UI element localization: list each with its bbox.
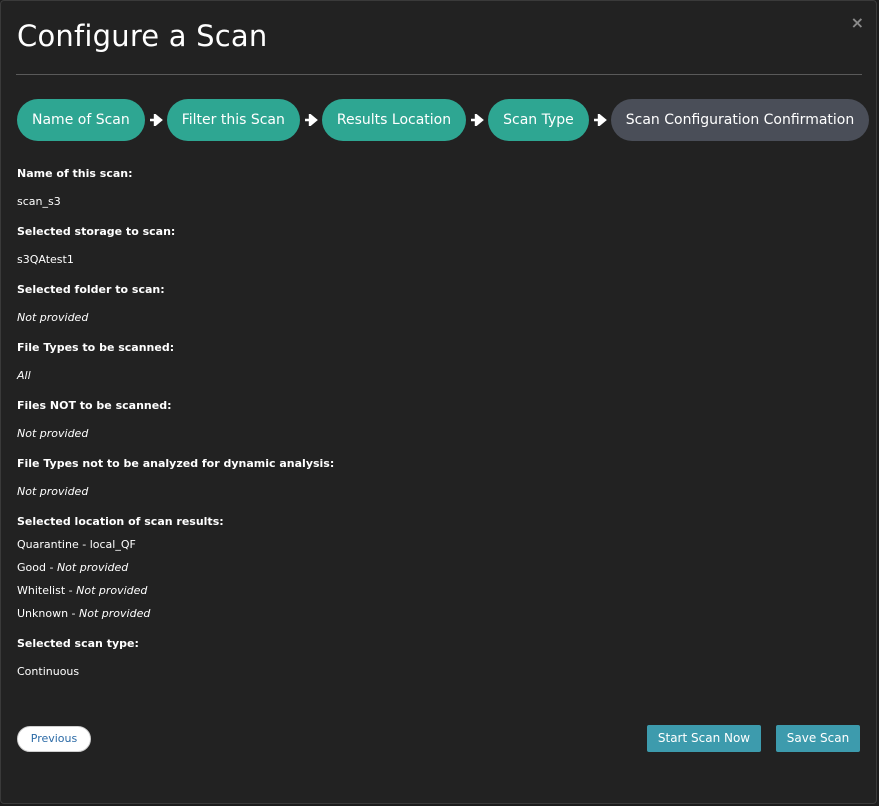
result-good-value: Not provided: [56, 561, 129, 574]
result-whitelist: Whitelist - Not provided: [17, 583, 860, 599]
result-unknown-value: Not provided: [79, 607, 151, 620]
file-types-value: All: [17, 369, 31, 382]
result-unknown-name: Unknown -: [17, 607, 80, 620]
result-quarantine-value: local_QF: [89, 538, 136, 551]
result-good: Good - Not provided: [17, 560, 860, 576]
folder-value: Not provided: [17, 311, 89, 324]
excluded-files-value: Not provided: [17, 427, 89, 440]
result-good-name: Good -: [17, 561, 57, 574]
step-name-of-scan[interactable]: Name of Scan: [17, 99, 145, 141]
scan-summary: Name of this scan: scan_s3 Selected stor…: [17, 166, 860, 694]
save-scan-button[interactable]: Save Scan: [776, 725, 860, 752]
result-quarantine: Quarantine - local_QF: [17, 537, 860, 553]
configure-scan-dialog: Configure a Scan × Name of Scan Filter t…: [0, 0, 877, 804]
results-location-label: Selected location of scan results:: [17, 515, 224, 528]
result-whitelist-name: Whitelist -: [17, 584, 77, 597]
folder-label: Selected folder to scan:: [17, 283, 165, 296]
step-results-location[interactable]: Results Location: [321, 99, 467, 141]
dynamic-analysis-value: Not provided: [17, 485, 89, 498]
result-unknown: Unknown - Not provided: [17, 606, 860, 622]
storage-value: s3QAtest1: [17, 253, 74, 266]
excluded-files-label: Files NOT to be scanned:: [17, 399, 172, 412]
file-types-label: File Types to be scanned:: [17, 341, 175, 354]
dialog-title: Configure a Scan: [17, 19, 268, 53]
step-scan-type[interactable]: Scan Type: [488, 99, 589, 141]
scan-name-label: Name of this scan:: [17, 167, 133, 180]
start-scan-now-button[interactable]: Start Scan Now: [647, 725, 761, 752]
arrow-right-icon: [300, 114, 322, 126]
arrow-right-icon: [145, 114, 167, 126]
title-divider: [16, 74, 862, 75]
previous-button[interactable]: Previous: [17, 726, 91, 752]
arrow-right-icon: [466, 114, 488, 126]
step-filter-this-scan[interactable]: Filter this Scan: [166, 99, 300, 141]
storage-label: Selected storage to scan:: [17, 225, 176, 238]
close-icon[interactable]: ×: [851, 15, 864, 31]
scan-type-label: Selected scan type:: [17, 637, 139, 650]
scan-name-value: scan_s3: [17, 195, 61, 208]
step-scan-configuration-confirmation[interactable]: Scan Configuration Confirmation: [610, 99, 870, 141]
dynamic-analysis-label: File Types not to be analyzed for dynami…: [17, 457, 335, 470]
result-quarantine-name: Quarantine -: [17, 538, 90, 551]
scan-type-value: Continuous: [17, 665, 80, 678]
arrow-right-icon: [589, 114, 611, 126]
result-whitelist-value: Not provided: [76, 584, 148, 597]
wizard-steps: Name of Scan Filter this Scan Results Lo…: [17, 99, 870, 141]
